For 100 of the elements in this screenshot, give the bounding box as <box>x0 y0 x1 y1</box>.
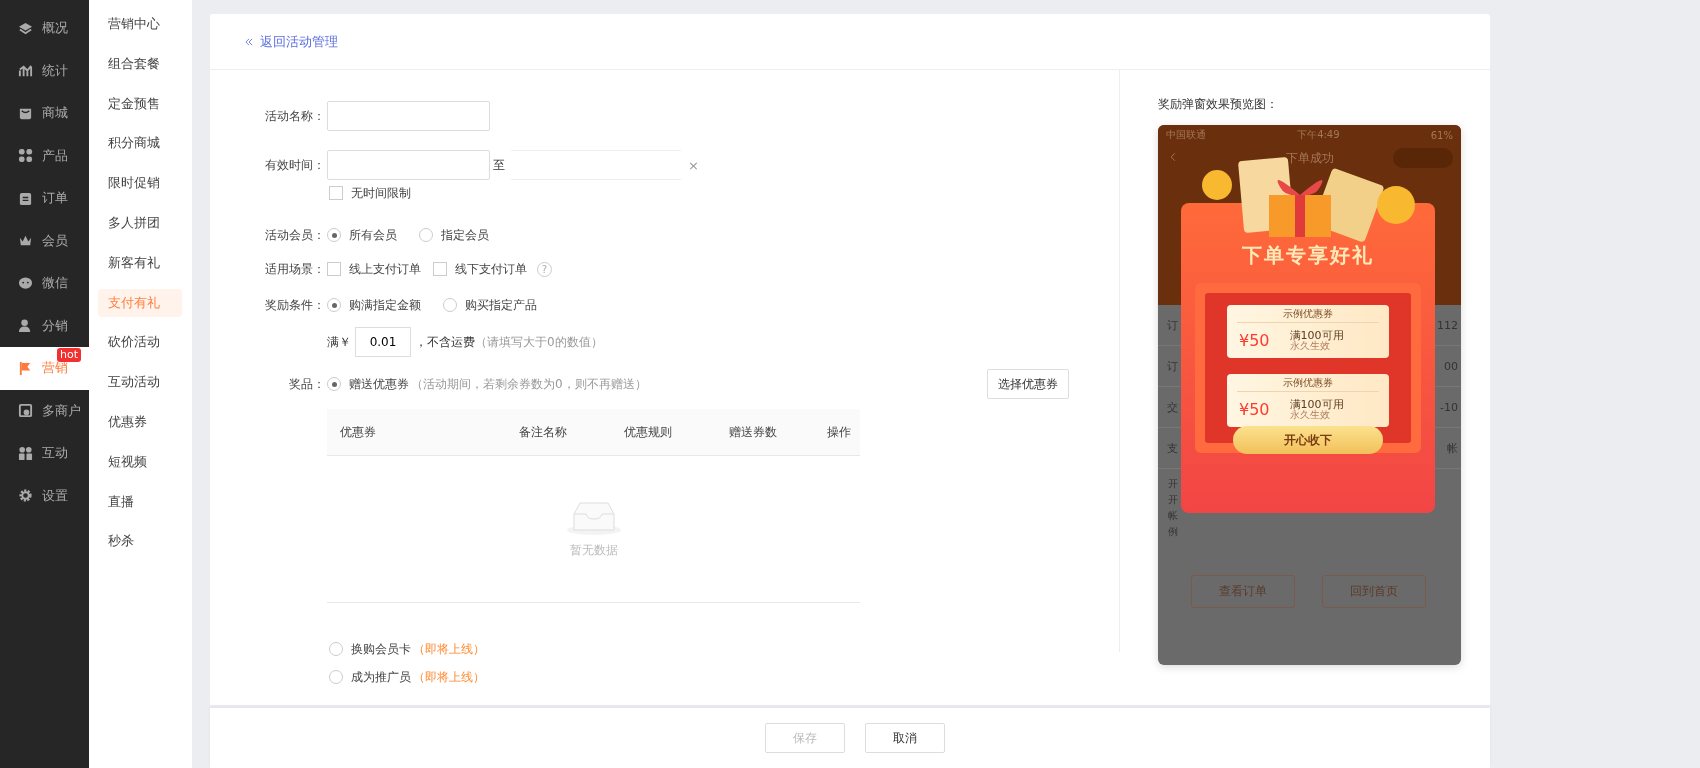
column-header: 备注名称 <box>517 423 568 441</box>
option-label: 赠送优惠券 <box>349 375 409 393</box>
option-note: （活动期间，若剩余券数为0，则不再赠送） <box>411 375 647 393</box>
nav-item[interactable]: 微信 <box>0 262 89 305</box>
accept-button[interactable]: 开心收下 <box>1233 426 1383 454</box>
submenu-item[interactable]: 组合套餐 <box>98 49 182 78</box>
hot-badge: hot <box>57 348 81 362</box>
range-separator: 至 <box>493 156 505 174</box>
column-header: 优惠规则 <box>622 423 673 441</box>
clock-text: 下午4:49 <box>1297 128 1340 142</box>
option-label: 成为推广员 <box>351 668 411 686</box>
coupon-rule: 满100可用 <box>1289 399 1344 410</box>
name-input[interactable] <box>327 101 490 131</box>
submenu-item[interactable]: 定金预售 <box>98 89 182 118</box>
user-icon <box>18 318 33 334</box>
chart-icon <box>18 63 33 79</box>
coupon-validity: 永久生效 <box>1289 410 1330 420</box>
nav-item[interactable]: 概况 <box>0 7 89 50</box>
layers-icon <box>18 20 33 36</box>
clipboard-icon <box>18 190 33 206</box>
nav-item[interactable]: 会员 <box>0 219 89 262</box>
empty-inbox-icon <box>565 499 622 536</box>
nav-label: 营销 <box>42 359 68 378</box>
store-icon <box>18 403 33 419</box>
nav-label: 商城 <box>42 104 68 123</box>
carrier-text: 中国联通 <box>1166 128 1206 142</box>
coupon-name: 示例优惠券 <box>1237 374 1379 392</box>
nav-label: 概况 <box>42 19 68 38</box>
submenu-item[interactable]: 积分商城 <box>98 129 182 158</box>
field-label: 有效时间： <box>264 156 325 174</box>
nav-item[interactable]: 统计 <box>0 49 89 92</box>
submenu-item[interactable]: 新客有礼 <box>98 248 182 277</box>
people-icon <box>18 445 33 461</box>
popup-title: 下单专享好礼 <box>1241 242 1375 269</box>
nav-item[interactable]: 商城 <box>0 92 89 135</box>
nav-label: 产品 <box>42 146 68 165</box>
nav-label: 统计 <box>42 61 68 80</box>
nav-label: 会员 <box>42 231 68 250</box>
coupon-amount: ¥50 <box>1239 400 1270 419</box>
submenu-item[interactable]: 营销中心 <box>98 10 182 38</box>
nav-label: 分销 <box>42 316 68 335</box>
nav-label: 订单 <box>42 189 68 208</box>
nav-item[interactable]: 多商户 <box>0 389 89 432</box>
submenu-item[interactable]: 秒杀 <box>98 527 182 556</box>
submenu-item[interactable]: 直播 <box>98 487 182 516</box>
submenu-item[interactable]: 砍价活动 <box>98 328 182 357</box>
nav-item[interactable]: 设置 <box>0 474 89 517</box>
empty-text: 暂无数据 <box>569 541 618 559</box>
nav-item[interactable]: 互动 <box>0 432 89 475</box>
checkbox[interactable] <box>329 186 343 200</box>
coupon-validity: 永久生效 <box>1289 341 1330 351</box>
coupon-name: 示例优惠券 <box>1237 305 1379 323</box>
nav-item[interactable]: 产品 <box>0 134 89 177</box>
option-note: （即将上线） <box>413 640 485 658</box>
chat-bubble-icon <box>18 275 33 291</box>
submenu-item[interactable]: 多人拼团 <box>98 209 182 237</box>
double-chevron-left-icon <box>244 36 254 47</box>
battery-text: 61% <box>1430 129 1453 141</box>
amount-input[interactable]: 0.01 <box>355 327 411 357</box>
field-label: 活动名称： <box>264 107 325 125</box>
option-label: 购买指定产品 <box>465 296 537 314</box>
submenu-item[interactable]: 优惠券 <box>98 407 182 436</box>
column-header: 赠送券数 <box>727 423 778 441</box>
option-label: 换购会员卡 <box>351 640 411 658</box>
nav-label: 互动 <box>42 444 68 463</box>
amount-prefix: 满￥ <box>327 333 351 351</box>
submenu-item[interactable]: 短视频 <box>98 447 182 476</box>
field-label: 奖品： <box>288 375 325 393</box>
back-link[interactable]: 返回活动管理 <box>244 32 338 51</box>
option-label: 无时间限制 <box>351 184 411 202</box>
option-label: 指定会员 <box>441 226 489 244</box>
column-header: 优惠券 <box>340 423 377 441</box>
column-header: 操作 <box>826 423 852 441</box>
start-date-input[interactable] <box>327 150 490 180</box>
submenu-item[interactable]: 互动活动 <box>98 368 182 397</box>
nav-label: 多商户 <box>42 401 81 420</box>
option-label: 线下支付订单 <box>455 260 527 278</box>
coupon-rule: 满100可用 <box>1289 330 1344 341</box>
amount-hint: （请填写大于0的数值） <box>475 333 603 351</box>
flag-icon <box>18 360 33 376</box>
nav-item[interactable]: 分销 <box>0 304 89 347</box>
option-label: 线上支付订单 <box>349 260 421 278</box>
grid-icon <box>18 148 33 164</box>
field-label: 活动会员： <box>264 226 325 244</box>
checkbox[interactable] <box>327 262 341 276</box>
checkbox[interactable] <box>433 262 447 276</box>
nav-item[interactable]: 订单 <box>0 177 89 220</box>
preview-label: 奖励弹窗效果预览图： <box>1158 96 1279 113</box>
footer-button[interactable]: 取消 <box>865 723 945 754</box>
option-label: 所有会员 <box>349 226 397 244</box>
nav-label: 微信 <box>42 274 68 293</box>
select-coupon-button[interactable]: 选择优惠券 <box>987 369 1069 399</box>
field-label: 奖励条件： <box>264 296 325 314</box>
settings-icon <box>18 488 33 504</box>
nav-item[interactable]: hot 营销 <box>0 347 89 390</box>
coupon-amount: ¥50 <box>1239 331 1270 350</box>
amount-suffix: ，不含运费 <box>415 333 475 351</box>
option-note: （即将上线） <box>413 668 485 686</box>
page-title: 下单成功 <box>1285 149 1334 167</box>
submenu-item[interactable]: 限时促销 <box>98 169 182 198</box>
